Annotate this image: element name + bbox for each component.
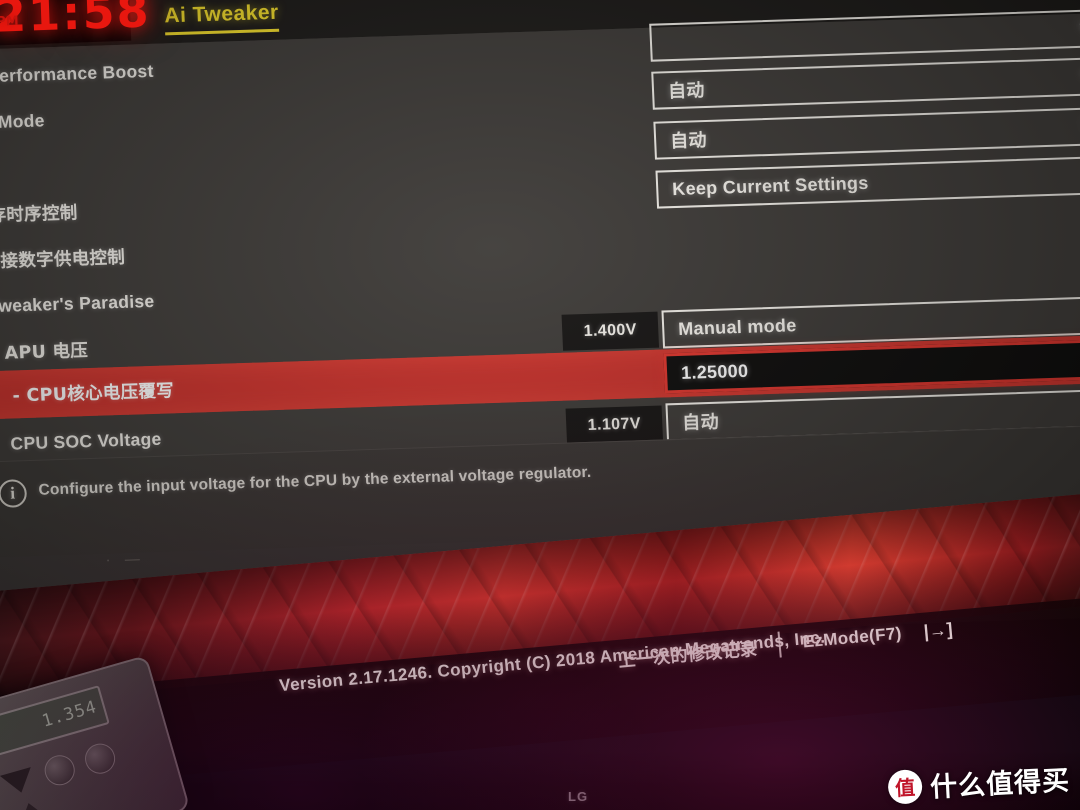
footer-ezmode[interactable]: EzMode(F7) <box>802 624 903 653</box>
watermark-badge-icon: 值 <box>887 768 923 805</box>
row-label-cpu-core-voltage-override: - CPU核心电压覆写 <box>12 380 175 406</box>
calculator-triangle-button-2 <box>11 798 53 810</box>
bios-settings-page: re Performance Boost MT Mode 自动 <box>0 8 1080 569</box>
dropdown-value: 自动 <box>667 80 706 103</box>
footer-divider <box>777 631 782 658</box>
monitor-value-apu-voltage: 1.400V <box>561 311 660 351</box>
row-label-apu-voltage: APU 电压 <box>4 340 89 364</box>
row-label-tweakers-paradise: Tweaker's Paradise <box>0 290 155 316</box>
led-clock: PM 21:58 <box>0 0 151 43</box>
calculator-knob-left <box>41 751 79 789</box>
row-label-external-digi-power-control: 外接数字供电控制 <box>0 247 126 272</box>
watermark-text: 什么值得买 <box>929 765 1071 804</box>
footer-last-modified[interactable]: 上一次的修改记录 <box>617 634 758 671</box>
help-text: Configure the input voltage for the CPU … <box>38 463 592 499</box>
watermark: 值 什么值得买 <box>887 758 1071 806</box>
clock-ampm: PM <box>0 13 19 30</box>
clock-time: 21:58 <box>0 0 152 43</box>
row-label-cpu-soc-voltage: CPU SOC Voltage <box>10 428 162 454</box>
calculator-triangle-button <box>0 767 37 798</box>
dropdown-value: 自动 <box>681 411 720 434</box>
tab-advanced[interactable]: Advanced <box>317 0 423 5</box>
info-icon: i <box>0 479 28 508</box>
ezmode-arrow-icon: |→] <box>922 618 954 642</box>
row-label-memory-timing-control: 内存时序控制 <box>0 202 78 227</box>
monitor-value-cpu-soc-voltage: 1.107V <box>565 405 664 445</box>
row-label-core-performance-boost: re Performance Boost <box>0 60 154 86</box>
monitor-brand-logo: LG <box>568 789 589 804</box>
tab-ai-tweaker[interactable]: Ai Tweaker <box>163 0 280 36</box>
screenshot-root: 藏夹 概要 Ai Tweaker Advanced Monitor 启动 re … <box>0 0 1080 810</box>
dropdown-value: Manual mode <box>677 314 797 339</box>
dropdown-value: Keep Current Settings <box>671 172 869 199</box>
calculator-knob-right <box>81 740 119 778</box>
row-label-smt-mode: MT Mode <box>0 109 46 132</box>
input-value: 1.25000 <box>680 360 749 383</box>
dropdown-value: 自动 <box>669 129 708 153</box>
